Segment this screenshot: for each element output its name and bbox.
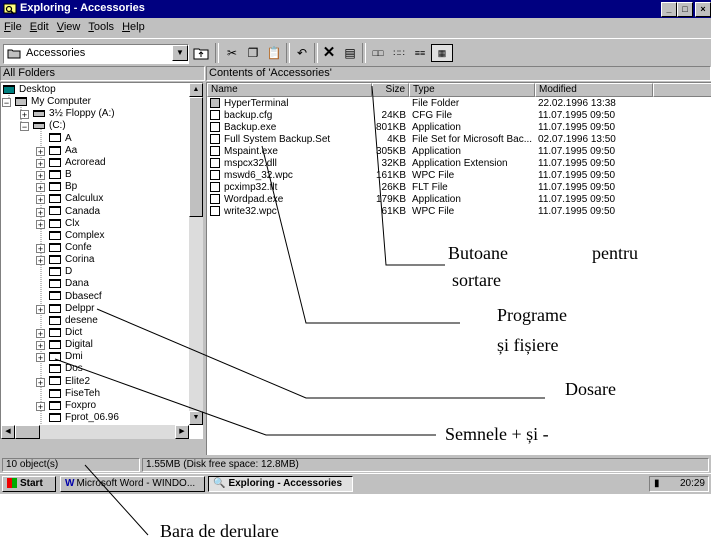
callout-line-sort	[371, 85, 445, 266]
annotation-programs-2: și fișiere	[497, 334, 559, 356]
annotation-sort-3: sortare	[452, 269, 501, 291]
annotation-sort-1: Butoane	[448, 242, 508, 264]
callout-line-scrollbar	[84, 464, 149, 536]
annotation-scrollbar: Bara de derulare	[160, 520, 279, 542]
annotation-programs-1: Programe	[497, 304, 567, 326]
annotation-plus-minus: Semnele + și -	[445, 423, 549, 445]
annotation-sort-2: pentru	[592, 242, 638, 264]
callout-line-folders	[96, 308, 545, 399]
annotation-folders: Dosare	[565, 378, 616, 400]
callout-line-programs	[261, 145, 460, 324]
callout-lines	[54, 85, 545, 536]
callout-line-plus-minus	[54, 358, 436, 436]
